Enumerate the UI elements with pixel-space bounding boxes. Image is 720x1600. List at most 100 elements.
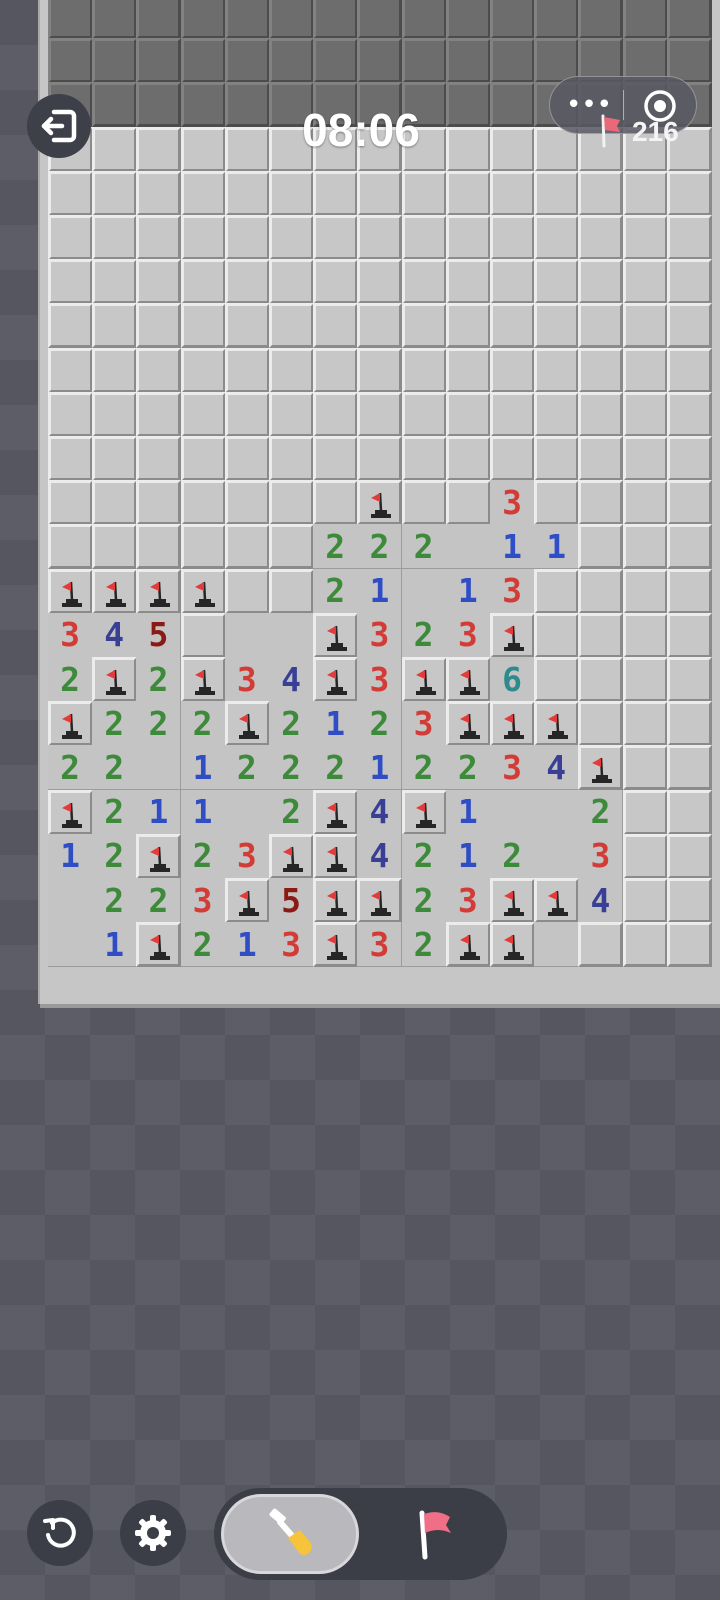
- hidden-cell[interactable]: [401, 170, 447, 216]
- hidden-cell[interactable]: [534, 436, 580, 481]
- hidden-cell[interactable]: [313, 347, 359, 393]
- hidden-cell[interactable]: [534, 303, 580, 349]
- hidden-cell[interactable]: [578, 568, 624, 614]
- hidden-cell[interactable]: [180, 82, 226, 128]
- flagged-cell[interactable]: [357, 878, 403, 923]
- hidden-cell[interactable]: [622, 215, 668, 260]
- hidden-cell[interactable]: [401, 391, 447, 437]
- hidden-cell[interactable]: [401, 347, 447, 393]
- hidden-cell[interactable]: [622, 391, 668, 437]
- hidden-cell[interactable]: [92, 259, 138, 305]
- hidden-cell[interactable]: [622, 0, 668, 39]
- hidden-cell[interactable]: [180, 612, 226, 658]
- hidden-cell[interactable]: [313, 391, 359, 437]
- hidden-cell[interactable]: [666, 436, 712, 481]
- hidden-cell[interactable]: [313, 436, 359, 481]
- hidden-cell[interactable]: [578, 259, 624, 305]
- hidden-cell[interactable]: [622, 657, 668, 702]
- empty-cell[interactable]: [401, 568, 447, 614]
- hidden-cell[interactable]: [578, 170, 624, 216]
- flagged-cell[interactable]: [48, 701, 93, 747]
- hidden-cell[interactable]: [313, 215, 359, 260]
- number-cell[interactable]: 2: [180, 833, 226, 879]
- number-cell[interactable]: 2: [490, 833, 535, 879]
- hidden-cell[interactable]: [622, 524, 668, 570]
- flagged-cell[interactable]: [490, 878, 535, 923]
- number-cell[interactable]: 2: [269, 701, 314, 747]
- hidden-cell[interactable]: [666, 170, 712, 216]
- hidden-cell[interactable]: [269, 524, 314, 570]
- hidden-cell[interactable]: [490, 391, 535, 437]
- settings-button[interactable]: [120, 1500, 186, 1566]
- flagged-cell[interactable]: [490, 701, 535, 747]
- hidden-cell[interactable]: [622, 259, 668, 305]
- hidden-cell[interactable]: [490, 303, 535, 349]
- hidden-cell[interactable]: [224, 436, 270, 481]
- hidden-cell[interactable]: [578, 701, 624, 747]
- hidden-cell[interactable]: [48, 436, 93, 481]
- hidden-cell[interactable]: [490, 436, 535, 481]
- number-cell[interactable]: 2: [48, 657, 93, 702]
- hidden-cell[interactable]: [48, 524, 93, 570]
- number-cell[interactable]: 4: [578, 878, 624, 923]
- number-cell[interactable]: 1: [445, 833, 491, 879]
- flagged-cell[interactable]: [578, 745, 624, 791]
- flagged-cell[interactable]: [313, 657, 359, 702]
- number-cell[interactable]: 5: [136, 612, 182, 658]
- number-cell[interactable]: 3: [490, 568, 535, 614]
- hidden-cell[interactable]: [136, 170, 182, 216]
- number-cell[interactable]: 3: [357, 612, 403, 658]
- hidden-cell[interactable]: [666, 745, 712, 791]
- flagged-cell[interactable]: [313, 878, 359, 923]
- number-cell[interactable]: 2: [401, 745, 447, 791]
- hidden-cell[interactable]: [313, 480, 359, 526]
- number-cell[interactable]: 3: [224, 657, 270, 702]
- hidden-cell[interactable]: [136, 303, 182, 349]
- hidden-cell[interactable]: [92, 38, 138, 84]
- flagged-cell[interactable]: [180, 568, 226, 614]
- hidden-cell[interactable]: [313, 38, 359, 84]
- hidden-cell[interactable]: [622, 347, 668, 393]
- number-cell[interactable]: 1: [357, 745, 403, 791]
- hidden-cell[interactable]: [666, 922, 712, 968]
- hidden-cell[interactable]: [136, 524, 182, 570]
- hidden-cell[interactable]: [180, 126, 226, 172]
- hidden-cell[interactable]: [401, 259, 447, 305]
- hidden-cell[interactable]: [534, 568, 580, 614]
- hidden-cell[interactable]: [666, 303, 712, 349]
- hidden-cell[interactable]: [534, 657, 580, 702]
- hidden-cell[interactable]: [136, 391, 182, 437]
- hidden-cell[interactable]: [136, 259, 182, 305]
- number-cell[interactable]: 3: [490, 480, 535, 526]
- hidden-cell[interactable]: [401, 0, 447, 39]
- number-cell[interactable]: 3: [401, 701, 447, 747]
- hidden-cell[interactable]: [224, 170, 270, 216]
- hidden-cell[interactable]: [578, 612, 624, 658]
- number-cell[interactable]: 2: [136, 878, 182, 923]
- hidden-cell[interactable]: [269, 303, 314, 349]
- flagged-cell[interactable]: [490, 922, 535, 968]
- number-cell[interactable]: 1: [92, 922, 138, 968]
- number-cell[interactable]: 1: [48, 833, 93, 879]
- hidden-cell[interactable]: [666, 524, 712, 570]
- empty-cell[interactable]: [48, 878, 93, 923]
- hidden-cell[interactable]: [401, 436, 447, 481]
- hidden-cell[interactable]: [490, 347, 535, 393]
- hidden-cell[interactable]: [401, 480, 447, 526]
- number-cell[interactable]: 1: [180, 789, 226, 835]
- number-cell[interactable]: 4: [357, 833, 403, 879]
- hidden-cell[interactable]: [180, 303, 226, 349]
- hidden-cell[interactable]: [534, 215, 580, 260]
- hidden-cell[interactable]: [445, 38, 491, 84]
- number-cell[interactable]: 2: [92, 701, 138, 747]
- flagged-cell[interactable]: [313, 612, 359, 658]
- hidden-cell[interactable]: [224, 480, 270, 526]
- hidden-cell[interactable]: [357, 215, 403, 260]
- hidden-cell[interactable]: [180, 170, 226, 216]
- hidden-cell[interactable]: [534, 259, 580, 305]
- hidden-cell[interactable]: [48, 38, 93, 84]
- hidden-cell[interactable]: [666, 612, 712, 658]
- flagged-cell[interactable]: [490, 612, 535, 658]
- empty-cell[interactable]: [269, 612, 314, 658]
- flag-mode-button[interactable]: [374, 1494, 494, 1574]
